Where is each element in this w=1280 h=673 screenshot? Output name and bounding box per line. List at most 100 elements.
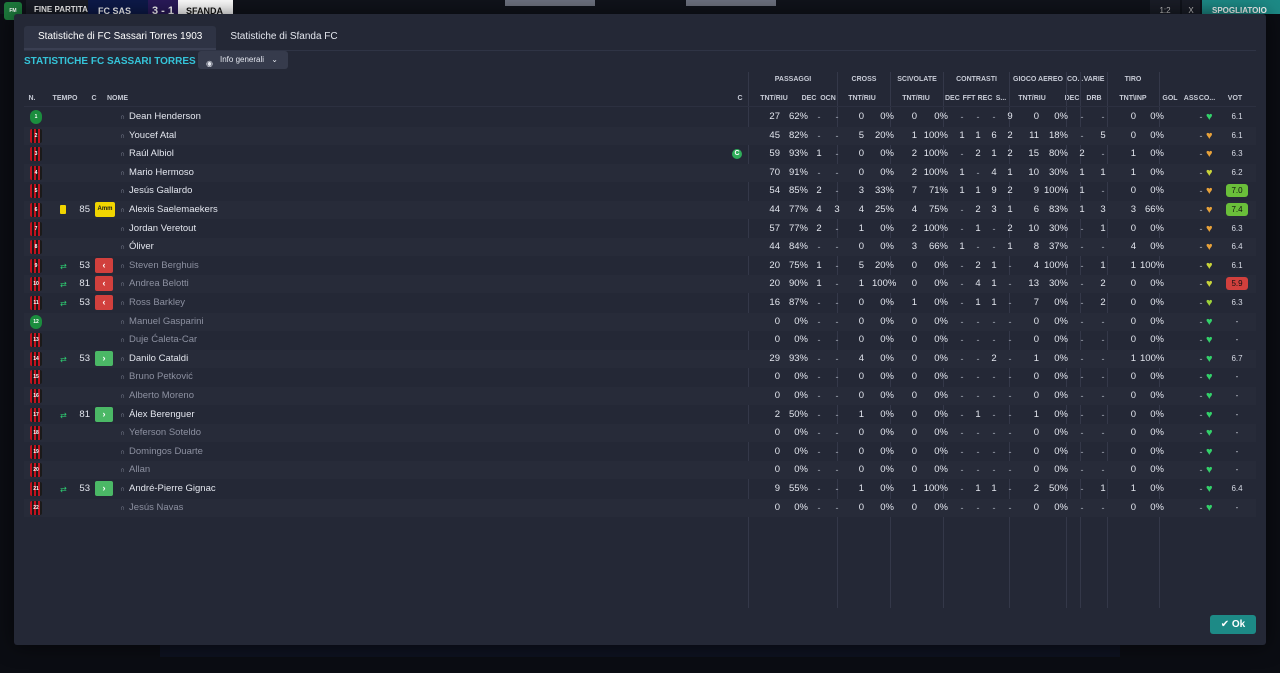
stat-d2: - — [1101, 242, 1105, 253]
stat-k4: - — [1008, 409, 1012, 420]
column-header-s[interactable]: S... — [993, 95, 1009, 102]
table-row[interactable]: 2 ∩ Youcef Atal 45 82% - -5 20% 1 100% 1 1 6 2 11 18% -5… — [24, 126, 1256, 145]
column-header-dec-pass[interactable]: DEC — [801, 95, 817, 102]
stat-p1: 0 — [774, 315, 780, 327]
close-icon[interactable]: X — [1182, 0, 1200, 15]
player-name[interactable]: ∩ Danilo Cataldi — [120, 350, 188, 368]
column-header-tnt-riu-pass[interactable]: TNT/RIU — [756, 95, 792, 102]
player-name[interactable]: ∩ Raúl Albiol — [120, 145, 174, 163]
column-header-tnt-riu-aereo[interactable]: TNT/RIU — [1014, 95, 1050, 102]
table-row[interactable]: 5 ∩ Jesús Gallardo 54 85% 2-3 33% 7 71% 1 1 9 2 9 100%… — [24, 182, 1256, 200]
top-tab-right[interactable] — [686, 0, 776, 6]
column-header-nome[interactable]: NOME — [107, 95, 137, 102]
player-name[interactable]: ∩ Alberto Moreno — [120, 387, 194, 405]
continue-button[interactable]: SPOGLIATOIO — [1202, 0, 1280, 15]
substitution-icon: ⇄ — [60, 261, 67, 271]
stat-p2: 77% — [788, 204, 808, 215]
stat-p3: - — [817, 465, 821, 476]
player-name[interactable]: ∩ Ross Barkley — [120, 294, 185, 312]
column-header-tnt-inp[interactable]: TNT\INP — [1114, 95, 1152, 102]
player-name[interactable]: ∩ Duje Ćaleta-Car — [120, 331, 197, 349]
stat-p4: - — [835, 279, 839, 290]
table-row[interactable]: 6 85 Amm ∩ Alexis Saelemaekers 44 77% 4 3 4 25% 4 75… — [24, 201, 1256, 219]
player-name[interactable]: ∩ Andrea Belotti — [120, 275, 189, 293]
table-row[interactable]: 12 ∩ Manuel Gasparini 0 0% - -0 0% 0 0% - - - -0 0% - -0… — [24, 312, 1256, 331]
column-header-rec[interactable]: REC — [977, 95, 993, 102]
column-header-gol[interactable]: GOL — [1161, 95, 1179, 102]
stat-d1: 1 — [1079, 204, 1085, 215]
column-header-n[interactable]: N. — [24, 95, 40, 102]
player-name[interactable]: ∩ Dean Henderson — [120, 108, 201, 126]
player-name[interactable]: ∩ Alexis Saelemaekers — [120, 201, 218, 219]
stat-k1: - — [960, 149, 964, 160]
player-name[interactable]: ∩ Óliver — [120, 238, 154, 256]
column-header-ocn[interactable]: OCN — [819, 95, 837, 102]
player-name[interactable]: ∩ Youcef Atal — [120, 127, 176, 145]
column-header-vot[interactable]: VOT — [1226, 95, 1244, 102]
table-row[interactable]: 9 ⇄ 53 ‹ ∩ Steven Berghuis 20 75% 1-5 20% 0 0% -2 1-4… — [24, 257, 1256, 275]
table-row[interactable]: 21 ⇄ 53 › ∩ André-Pierre Gignac 9 55% - -1 0% 1 100%… — [24, 480, 1256, 498]
stat-c1: 0 — [858, 427, 864, 439]
top-tab-left[interactable] — [505, 0, 595, 6]
column-header-con[interactable]: CO... — [1198, 95, 1216, 102]
tab-away-stats[interactable]: Statistiche di Sfanda FC — [216, 26, 351, 50]
column-header-c[interactable]: C — [88, 95, 100, 102]
table-row[interactable]: 17 ⇄ 81 › ∩ Álex Berenguer 2 50% - -1 0% 0 0% -1- -1 0%… — [24, 406, 1256, 424]
table-row[interactable]: 7 ∩ Jordan Veretout 57 77% 2-1 0% 2 100% -1-2 10 30… — [24, 220, 1256, 238]
player-name[interactable]: ∩ Domingos Duarte — [120, 443, 203, 461]
table-row[interactable]: 16 ∩ Alberto Moreno 0 0% - -0 0% 0 0% - - - -0 0% - -0 0%… — [24, 387, 1256, 405]
ok-button[interactable]: ✔ Ok — [1210, 615, 1256, 634]
player-name[interactable]: ∩ Yeferson Soteldo — [120, 424, 201, 442]
table-row[interactable]: 4 ∩ Mario Hermoso 70 91% - -0 0% 2 100% 1-4 1 10 30% 1… — [24, 163, 1256, 182]
table-row[interactable]: 22 ∩ Jesús Navas 0 0% - -0 0% 0 0% - - - -0 0% - -0 0% - ♥ - — [24, 498, 1256, 517]
player-name[interactable]: ∩ Álex Berenguer — [120, 406, 195, 424]
column-header-drb[interactable]: DRB — [1084, 95, 1104, 102]
player-name[interactable]: ∩ Bruno Petković — [120, 368, 193, 386]
table-row[interactable]: 18 ∩ Yeferson Soteldo 0 0% - -0 0% 0 0% - - - -0 0% - -0… — [24, 424, 1256, 443]
table-row[interactable]: 14 ⇄ 53 › ∩ Danilo Cataldi 29 93% - -4 0% 0 0% - -2-1 0… — [24, 349, 1256, 368]
stat-k4: 1 — [1007, 166, 1013, 178]
stat-k3: 1 — [991, 259, 997, 271]
tab-home-stats[interactable]: Statistiche di FC Sassari Torres 1903 — [24, 26, 217, 50]
player-name[interactable]: ∩ Jesús Navas — [120, 499, 183, 517]
view-dropdown[interactable]: ◉ Info generali ⌄ — [198, 51, 288, 69]
column-header-c2[interactable]: C — [734, 95, 746, 102]
column-header-dec-con[interactable]: DEC — [945, 95, 960, 102]
table-row[interactable]: 20 ∩ Allan 0 0% - -0 0% 0 0% - - - -0 0% - -0 0% - ♥ - — [24, 461, 1256, 480]
player-name[interactable]: ∩ Steven Berghuis — [120, 257, 199, 275]
player-name-label: Steven Berghuis — [129, 259, 199, 271]
player-name[interactable]: ∩ Jesús Gallardo — [120, 182, 192, 200]
stat-a2: 100% — [1044, 259, 1069, 271]
stat-p2: 0% — [794, 427, 808, 439]
table-row[interactable]: 15 ∩ Bruno Petković 0 0% - -0 0% 0 0% - - - -0 0% - -0 0%… — [24, 368, 1256, 386]
stat-t2: 0% — [1150, 278, 1164, 290]
column-header-tnt-riu-cross[interactable]: TNT/RIU — [844, 95, 880, 102]
player-name[interactable]: ∩ Jordan Veretout — [120, 220, 196, 238]
headset-icon: ∩ — [120, 169, 126, 177]
group-header-cross: CROSS — [851, 76, 877, 83]
stat-t1: 4 — [1130, 241, 1136, 253]
table-row[interactable]: 10 ⇄ 81 ‹ ∩ Andrea Belotti 20 90% 1-1 100% 0 0% -4 1-… — [24, 275, 1256, 294]
table-row[interactable]: 19 ∩ Domingos Duarte 0 0% - -0 0% 0 0% - - - -0 0% - -0 0… — [24, 443, 1256, 461]
stat-a2: 30% — [1048, 222, 1068, 234]
player-name[interactable]: ∩ Allan — [120, 461, 150, 479]
speed-button[interactable]: 1:2 — [1150, 0, 1180, 15]
stat-gol — [1172, 220, 1186, 238]
column-header-ass[interactable]: ASS — [1183, 95, 1199, 102]
player-name[interactable]: ∩ André-Pierre Gignac — [120, 480, 216, 498]
stat-k4: - — [1008, 465, 1012, 476]
table-row[interactable]: 13 ∩ Duje Ćaleta-Car 0 0% - -0 0% 0 0% - - - -0 0% - -0 0… — [24, 331, 1256, 349]
stat-k2: 1 — [975, 185, 981, 197]
table-row[interactable]: 11 ⇄ 53 ‹ ∩ Ross Barkley 16 87% - -0 0% 1 0% -1 1-7 0% -… — [24, 294, 1256, 312]
stat-k4: 2 — [1007, 129, 1013, 141]
table-row[interactable]: 3 ∩ Raúl Albiol C 59 93% 1-0 0% 2 100% -2 1 2 15 80% 2-… — [24, 145, 1256, 163]
player-name[interactable]: ∩ Mario Hermoso — [120, 164, 194, 182]
column-header-tempo[interactable]: TEMPO — [50, 95, 80, 102]
column-header-fft[interactable]: FFT — [962, 95, 976, 102]
player-name[interactable]: ∩ Manuel Gasparini — [120, 313, 204, 331]
table-row[interactable]: 1 ∩ Dean Henderson 27 62% - -0 0% 0 0% - - -9 0 0% - -0 0… — [24, 108, 1256, 126]
stat-k3: - — [992, 335, 996, 346]
column-header-tnt-riu-sciv[interactable]: TNT/RIU — [898, 95, 934, 102]
stat-p4: - — [835, 391, 839, 401]
table-row[interactable]: 8 ∩ Óliver 44 84% - -0 0% 3 66% 1- -1 8 37% - -4 0% - ♥ 6.4 — [24, 238, 1256, 257]
